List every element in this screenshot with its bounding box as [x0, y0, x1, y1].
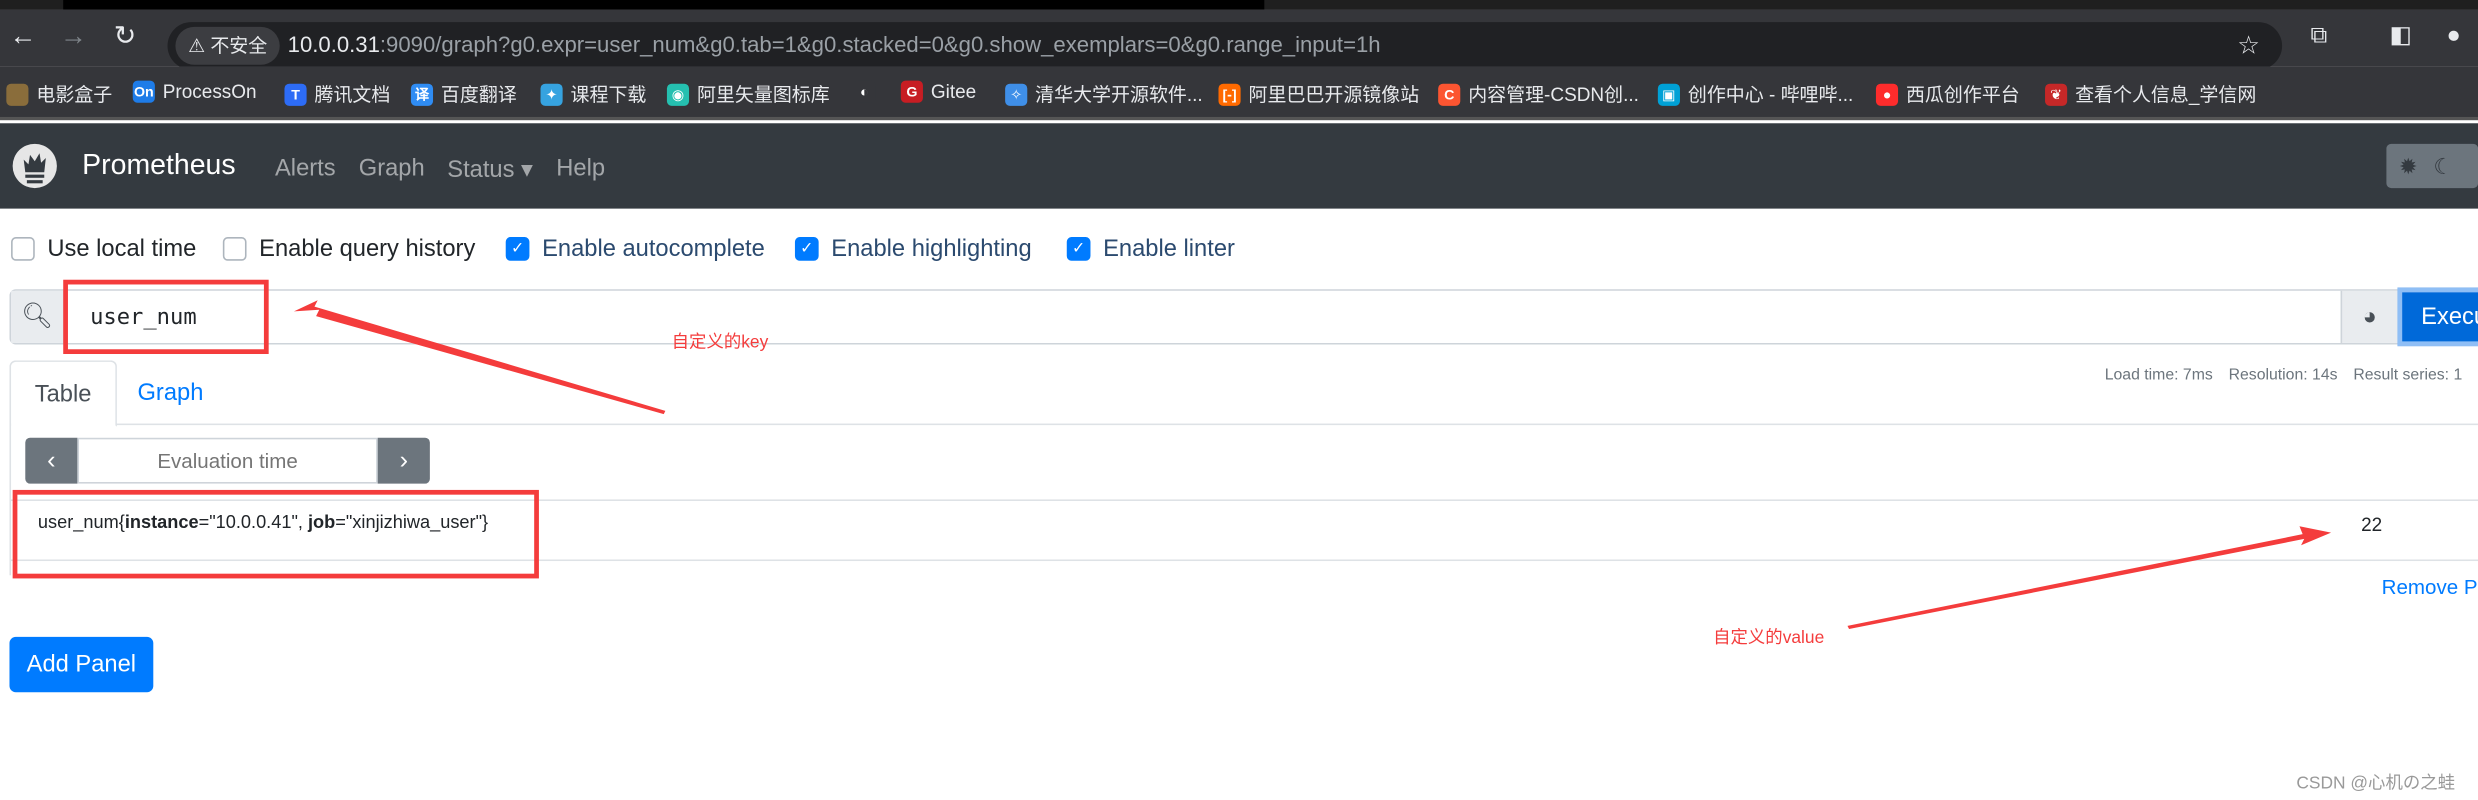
annotation-arrows — [293, 300, 2332, 629]
watermark: CSDN @心机の之蛙 — [2296, 774, 2456, 794]
annotation-key-text: 自定义的key — [671, 333, 769, 353]
screenshot: ← → ↻ ⚠ 不安全 10.0.0.31:9090/graph?g0.expr… — [0, 0, 2478, 800]
arrow-to-value — [1847, 526, 2332, 629]
arrow-to-key — [293, 300, 666, 415]
annotation-value-text: 自定义的value — [1713, 628, 1825, 648]
